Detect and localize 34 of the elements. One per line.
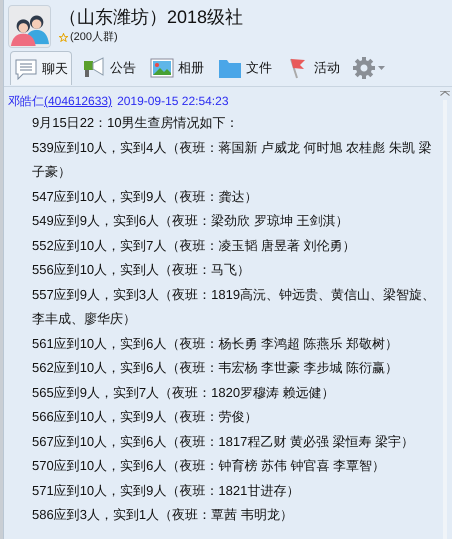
tab[interactable]: 聊天	[10, 51, 72, 85]
group-title: （山东潍坊）2018级社	[59, 6, 244, 29]
message-line: 562应到10人，实到6人（夜班：韦宏杨 李世豪 李步城 陈衍赢）	[32, 359, 400, 377]
message-line: 566应到10人，实到9人（夜班：劳俊）	[32, 408, 258, 426]
message-line: 561应到10人，实到6人（夜班：杨长勇 李鸿超 陈燕乐 郑敬树）	[32, 334, 400, 352]
sender-id-link[interactable]: (404612633)	[44, 94, 112, 108]
message-line: 557应到9人，实到3人（夜班：1819高沅、钟远贵、黄信山、梁智旋、李丰成、廖华庆）	[32, 286, 436, 328]
megaphone-icon	[82, 57, 106, 79]
message-line: 549应到9人，实到6人（夜班：梁劲欣 罗琼坤 王剑淇）	[32, 212, 350, 230]
collapse-icon[interactable]	[440, 91, 450, 96]
message-line: 9月15日22：10男生查房情况如下：	[32, 114, 240, 132]
message-time: 2019-09-15 22:54:23	[117, 93, 228, 109]
settings-icon[interactable]	[352, 56, 376, 80]
message-line: 565应到9人，实到7人（夜班：1820罗穆涛 赖远健）	[32, 384, 336, 402]
message-line: 586应到3人，实到1人（夜班：覃茜 韦明龙）	[32, 506, 294, 524]
message-line: 547应到10人，实到9人（夜班：龚达）	[32, 188, 258, 206]
sender-name: 邓皓仁	[8, 94, 44, 108]
speech-bubble-icon	[14, 58, 38, 80]
tab[interactable]: 文件	[214, 51, 276, 85]
message-line: 539应到10人，实到4人（夜班：蒋国新 卢威龙 何时旭 农桂彪 朱凯 梁子豪）	[32, 138, 432, 181]
star-icon	[59, 32, 68, 42]
folder-icon	[218, 57, 242, 79]
message-line: 556应到10人，实到人（夜班：马飞）	[32, 261, 252, 279]
message-line: 570应到10人，实到6人（夜班：钟育榜 苏伟 钟官喜 李覃智）	[32, 457, 386, 475]
tab[interactable]: 公告	[78, 51, 140, 85]
message-line: 552应到10人，实到7人（夜班：凌玉韬 唐昱著 刘伦勇）	[32, 236, 357, 254]
tab[interactable]: 活动	[282, 51, 344, 85]
image-icon	[150, 57, 174, 79]
member-count: (200人群)	[70, 30, 118, 45]
dropdown-caret-icon[interactable]	[378, 66, 385, 70]
message-line: 567应到10人，实到6人（夜班：1817程乙财 黄必强 梁恒寿 梁宇）	[32, 432, 416, 450]
tab[interactable]: 相册	[146, 51, 208, 85]
message-line: 571应到10人，实到9人（夜班：1821甘进存）	[32, 482, 300, 500]
group-avatar-icon	[8, 5, 51, 48]
